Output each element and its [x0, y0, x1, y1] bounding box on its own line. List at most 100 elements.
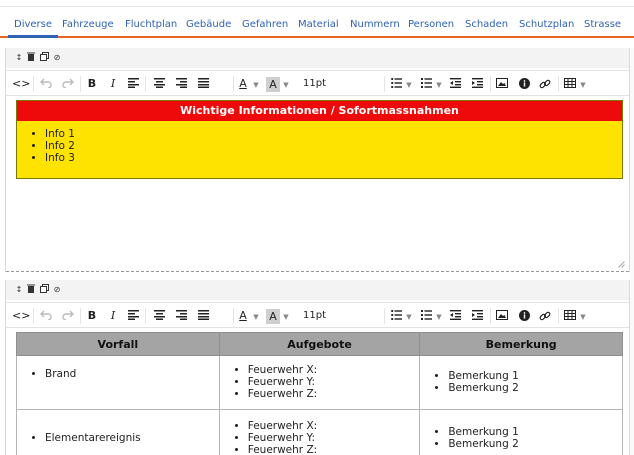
disable-icon[interactable]: ⊘	[52, 284, 62, 296]
tab-gefahren[interactable]: Gefahren	[242, 12, 288, 38]
tab-schaden[interactable]: Schaden	[465, 12, 508, 38]
bullet-list-icon[interactable]	[388, 75, 404, 93]
redo-icon[interactable]	[60, 75, 76, 93]
column-header-aufgebote: Aufgebote	[218, 332, 421, 356]
image-icon[interactable]	[494, 75, 510, 93]
toolbar-separator	[233, 308, 234, 324]
info-icon[interactable]	[516, 307, 532, 325]
justify-icon[interactable]	[195, 75, 211, 93]
chevron-down-icon[interactable]: ▼	[282, 75, 290, 93]
block-actions-bar: ↕ ⊘	[6, 280, 629, 300]
page-scrollbar[interactable]	[630, 48, 634, 455]
outdent-icon[interactable]	[447, 307, 463, 325]
font-size-select[interactable]: 11pt	[303, 75, 326, 93]
info-icon[interactable]	[516, 75, 532, 93]
info-box-header: Wichtige Informationen / Sofortmassnahme…	[17, 101, 622, 121]
list-item: Info 2	[45, 140, 622, 152]
chevron-down-icon[interactable]: ▼	[579, 307, 587, 325]
copy-icon[interactable]	[39, 284, 49, 296]
list-item: Bemerkung 1	[448, 426, 622, 438]
chevron-down-icon[interactable]: ▼	[435, 75, 443, 93]
chevron-down-icon[interactable]: ▼	[282, 307, 290, 325]
table-icon[interactable]	[562, 75, 578, 93]
bold-icon[interactable]: B	[84, 75, 100, 93]
italic-icon[interactable]: I	[106, 307, 120, 325]
link-icon[interactable]	[537, 307, 553, 325]
tab-gebaeude[interactable]: Gebäude	[186, 12, 231, 38]
list-item: Elementarereignis	[45, 432, 219, 444]
bold-icon[interactable]: B	[84, 307, 100, 325]
text-color-icon[interactable]: A	[236, 75, 250, 93]
editor-block-info: ↕ ⊘ <> B I A ▼ A ▼ 11pt ▼ ▼ ▼ Wichtige I…	[5, 48, 630, 272]
align-center-icon[interactable]	[151, 75, 167, 93]
undo-icon[interactable]	[38, 75, 54, 93]
info-box: Wichtige Informationen / Sofortmassnahme…	[16, 100, 623, 179]
list-item: Info 3	[45, 152, 622, 164]
toolbar-separator	[490, 76, 491, 92]
chevron-down-icon[interactable]: ▼	[405, 307, 413, 325]
numbered-list-icon[interactable]	[418, 307, 434, 325]
list-item: Feuerwehr X:	[248, 420, 420, 432]
table-icon[interactable]	[562, 307, 578, 325]
tab-diverse[interactable]: Diverse	[7, 12, 59, 38]
chevron-down-icon[interactable]: ▼	[252, 307, 260, 325]
toolbar-separator	[490, 308, 491, 324]
chevron-down-icon[interactable]: ▼	[252, 75, 260, 93]
resize-handle-icon[interactable]	[618, 261, 625, 268]
undo-icon[interactable]	[38, 307, 54, 325]
background-color-icon[interactable]: A	[266, 77, 280, 92]
tab-strasse[interactable]: Strasse	[584, 12, 621, 38]
indent-icon[interactable]	[469, 75, 485, 93]
table-cell: Feuerwehr X: Feuerwehr Y: Feuerwehr Z:	[218, 355, 421, 410]
italic-icon[interactable]: I	[106, 75, 120, 93]
align-left-icon[interactable]	[125, 75, 141, 93]
column-header-vorfall: Vorfall	[16, 332, 220, 356]
list-item: Info 1	[45, 128, 622, 140]
outdent-icon[interactable]	[447, 75, 463, 93]
justify-icon[interactable]	[195, 307, 211, 325]
source-code-icon[interactable]: <>	[12, 307, 30, 325]
table-cell: Bemerkung 1 Bemerkung 2	[419, 355, 623, 410]
align-right-icon[interactable]	[173, 75, 189, 93]
move-icon[interactable]: ↕	[14, 52, 24, 64]
toolbar-separator	[384, 308, 385, 324]
disable-icon[interactable]: ⊘	[52, 52, 62, 64]
chevron-down-icon[interactable]: ▼	[405, 75, 413, 93]
redo-icon[interactable]	[60, 307, 76, 325]
trash-icon[interactable]	[26, 284, 36, 296]
copy-icon[interactable]	[39, 52, 49, 64]
align-left-icon[interactable]	[125, 307, 141, 325]
bullet-list-icon[interactable]	[388, 307, 404, 325]
tab-personen[interactable]: Personen	[408, 12, 454, 38]
table-header-row: Vorfall Aufgebote Bemerkung	[16, 332, 623, 356]
trash-icon[interactable]	[26, 52, 36, 64]
tab-material[interactable]: Material	[298, 12, 339, 38]
text-color-icon[interactable]: A	[236, 307, 250, 325]
list-item: Feuerwehr X:	[248, 364, 420, 376]
tab-fluchtplan[interactable]: Fluchtplan	[125, 12, 177, 38]
block-actions-bar: ↕ ⊘	[6, 48, 629, 68]
source-code-icon[interactable]: <>	[12, 75, 30, 93]
top-divider	[0, 6, 634, 7]
font-size-select[interactable]: 11pt	[303, 307, 326, 325]
align-center-icon[interactable]	[151, 307, 167, 325]
chevron-down-icon[interactable]: ▼	[435, 307, 443, 325]
list-item: Brand	[45, 368, 219, 380]
toolbar-separator	[145, 76, 146, 92]
editor-toolbar: <> B I A ▼ A ▼ 11pt ▼ ▼ ▼	[6, 70, 629, 96]
toolbar-separator	[384, 76, 385, 92]
tab-schutzplan[interactable]: Schutzplan	[519, 12, 574, 38]
background-color-icon[interactable]: A	[266, 309, 280, 324]
tab-nummern[interactable]: Nummern	[350, 12, 400, 38]
list-item: Feuerwehr Y:	[248, 432, 420, 444]
tab-fahrzeuge[interactable]: Fahrzeuge	[62, 12, 114, 38]
align-right-icon[interactable]	[173, 307, 189, 325]
move-icon[interactable]: ↕	[14, 284, 24, 296]
chevron-down-icon[interactable]: ▼	[579, 75, 587, 93]
image-icon[interactable]	[494, 307, 510, 325]
info-box-body: Info 1 Info 2 Info 3	[17, 121, 622, 178]
toolbar-separator	[145, 308, 146, 324]
indent-icon[interactable]	[469, 307, 485, 325]
link-icon[interactable]	[537, 75, 553, 93]
numbered-list-icon[interactable]	[418, 75, 434, 93]
